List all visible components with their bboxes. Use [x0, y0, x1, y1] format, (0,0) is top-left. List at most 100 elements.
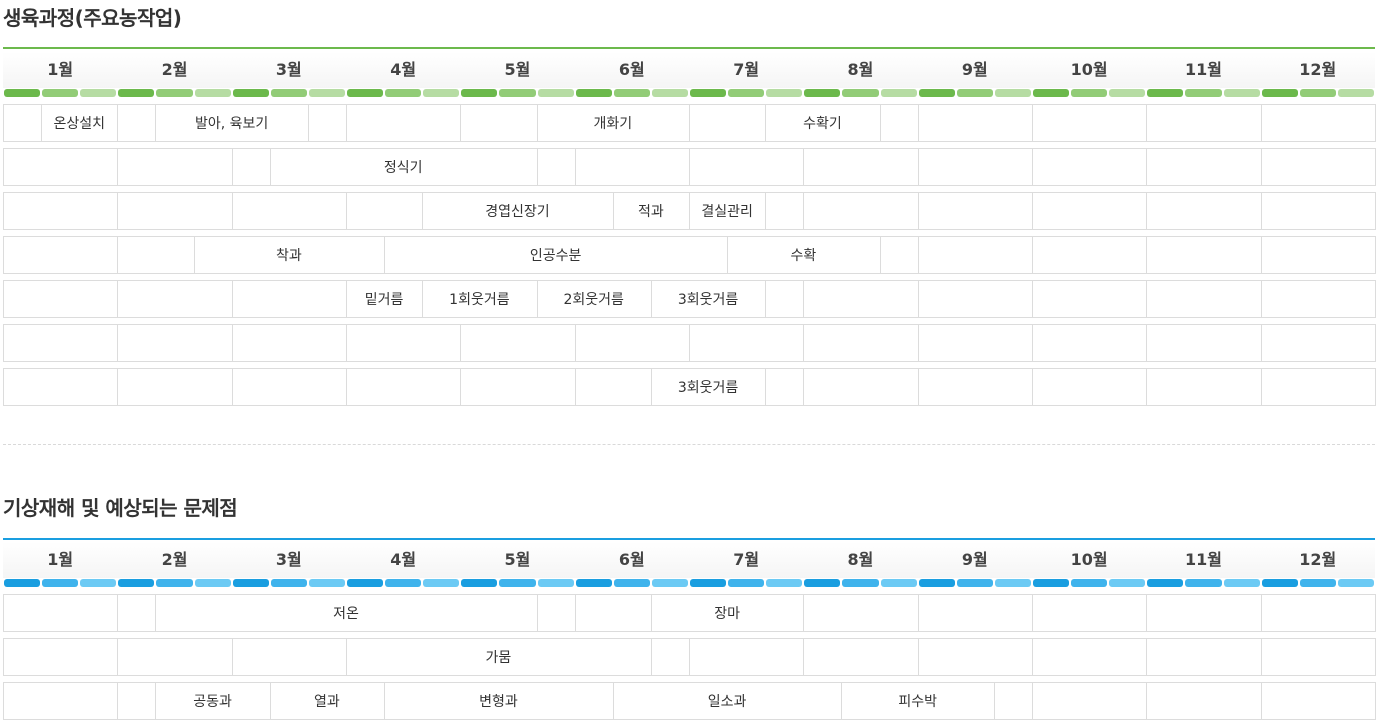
grid-cell: [117, 148, 233, 186]
month-label: 3월: [275, 550, 302, 569]
grid-cell: [1032, 148, 1148, 186]
schedule-row: 경엽신장기 적과 결실관리: [3, 192, 1376, 230]
grid-cell: [117, 368, 233, 406]
grid-cell: [917, 236, 1033, 274]
task-label: 저온: [333, 606, 359, 622]
month-label: 7월: [733, 60, 760, 79]
month-label: 7월: [733, 550, 760, 569]
period-segment: [4, 579, 41, 587]
grid-cell: [231, 368, 347, 406]
section-title: 생육과정(주요농작업): [3, 6, 182, 30]
grid-cell: [879, 236, 919, 274]
grid-cell: [1260, 104, 1376, 142]
schedule-row: 정식기: [3, 148, 1376, 186]
period-segment: [1337, 89, 1374, 97]
period-segment: [1147, 579, 1184, 587]
period-bar: [3, 579, 1375, 587]
period-segment: [1033, 579, 1070, 587]
period-segment: [880, 579, 917, 587]
period-segment: [1261, 89, 1298, 97]
task-label: 열과: [314, 694, 340, 710]
period-segment: [42, 89, 79, 97]
grid-cell: [346, 368, 462, 406]
schedule-row: 저온 장마: [3, 594, 1376, 632]
period-segment: [690, 89, 727, 97]
grid-cell: [1260, 368, 1376, 406]
period-segment: [461, 89, 498, 97]
grid-cell: [117, 280, 233, 318]
grid-cell: [1146, 280, 1262, 318]
grid-cell: [879, 104, 919, 142]
grid-cell: [307, 104, 347, 142]
grid-cell: [765, 280, 805, 318]
month-label: 12월: [1299, 60, 1337, 79]
grid-cell: [917, 594, 1033, 632]
period-segment: [385, 89, 422, 97]
grid-cell: [917, 192, 1033, 230]
grid-cell: [803, 280, 919, 318]
grid-cell: [917, 324, 1033, 362]
grid-cell: [803, 324, 919, 362]
grid-cell: [993, 682, 1033, 720]
grid-cell: [1146, 324, 1262, 362]
period-segment: [842, 89, 879, 97]
grid-cell: [689, 324, 805, 362]
grid-cell: [460, 324, 576, 362]
grid-cell: [1032, 280, 1148, 318]
task-label: 결실관리: [701, 204, 753, 220]
grid-cell: [689, 148, 805, 186]
grid-cell: [536, 594, 576, 632]
grid-cell: [346, 324, 462, 362]
grid-cell: [1032, 324, 1148, 362]
grid-cell: [1260, 638, 1376, 676]
grid-cell: [803, 638, 919, 676]
task-label: 인공수분: [529, 248, 582, 264]
grid-cell: [765, 368, 805, 406]
grid-cell: [1032, 594, 1148, 632]
month-label: 2월: [161, 550, 188, 569]
period-segment: [1033, 89, 1070, 97]
task-label: 피수박: [898, 694, 937, 710]
period-segment: [118, 89, 155, 97]
period-segment: [347, 579, 384, 587]
period-segment: [1299, 89, 1336, 97]
grid-cell: [1260, 682, 1376, 720]
month-label: 4월: [390, 550, 417, 569]
grid-cell: [117, 324, 233, 362]
schedule-row: [3, 324, 1376, 362]
grid-cell: [803, 368, 919, 406]
grid-cell: [3, 280, 119, 318]
period-segment: [1261, 579, 1298, 587]
month-label: 11월: [1184, 60, 1222, 79]
month-label: 9월: [961, 550, 988, 569]
grid-cell: [460, 104, 538, 142]
period-segment: [690, 579, 727, 587]
period-segment: [156, 579, 193, 587]
period-segment: [918, 579, 955, 587]
schedule-row: 3회웃거름: [3, 368, 1376, 406]
period-segment: [766, 89, 803, 97]
month-label: 12월: [1299, 550, 1337, 569]
grid-cell: [574, 594, 652, 632]
grid-cell: [917, 280, 1033, 318]
task-label: 온상설치: [53, 116, 105, 132]
period-segment: [994, 579, 1031, 587]
period-segment: [270, 89, 307, 97]
month-label: 2월: [161, 60, 188, 79]
grid-cell: [1146, 236, 1262, 274]
grid-cell: [1146, 368, 1262, 406]
grid-cell: [689, 104, 767, 142]
task-label: 1회웃거름: [449, 292, 510, 308]
month-label: 8월: [847, 60, 874, 79]
task-label: 정식기: [383, 160, 423, 176]
grid-cell: [3, 594, 119, 632]
period-segment: [423, 579, 460, 587]
month-label: 1월: [47, 550, 74, 569]
month-header: 1월 2월 3월 4월 5월 6월 7월 8월 9월 10월 11월 12월: [3, 542, 1375, 578]
schedule-row: 공동과 열과 변형과 일소과 피수박: [3, 682, 1376, 720]
period-segment: [118, 579, 155, 587]
period-segment: [918, 89, 955, 97]
task-label: 착과: [275, 248, 302, 264]
grid-cell: [1260, 594, 1376, 632]
grid-cell: [574, 148, 690, 186]
